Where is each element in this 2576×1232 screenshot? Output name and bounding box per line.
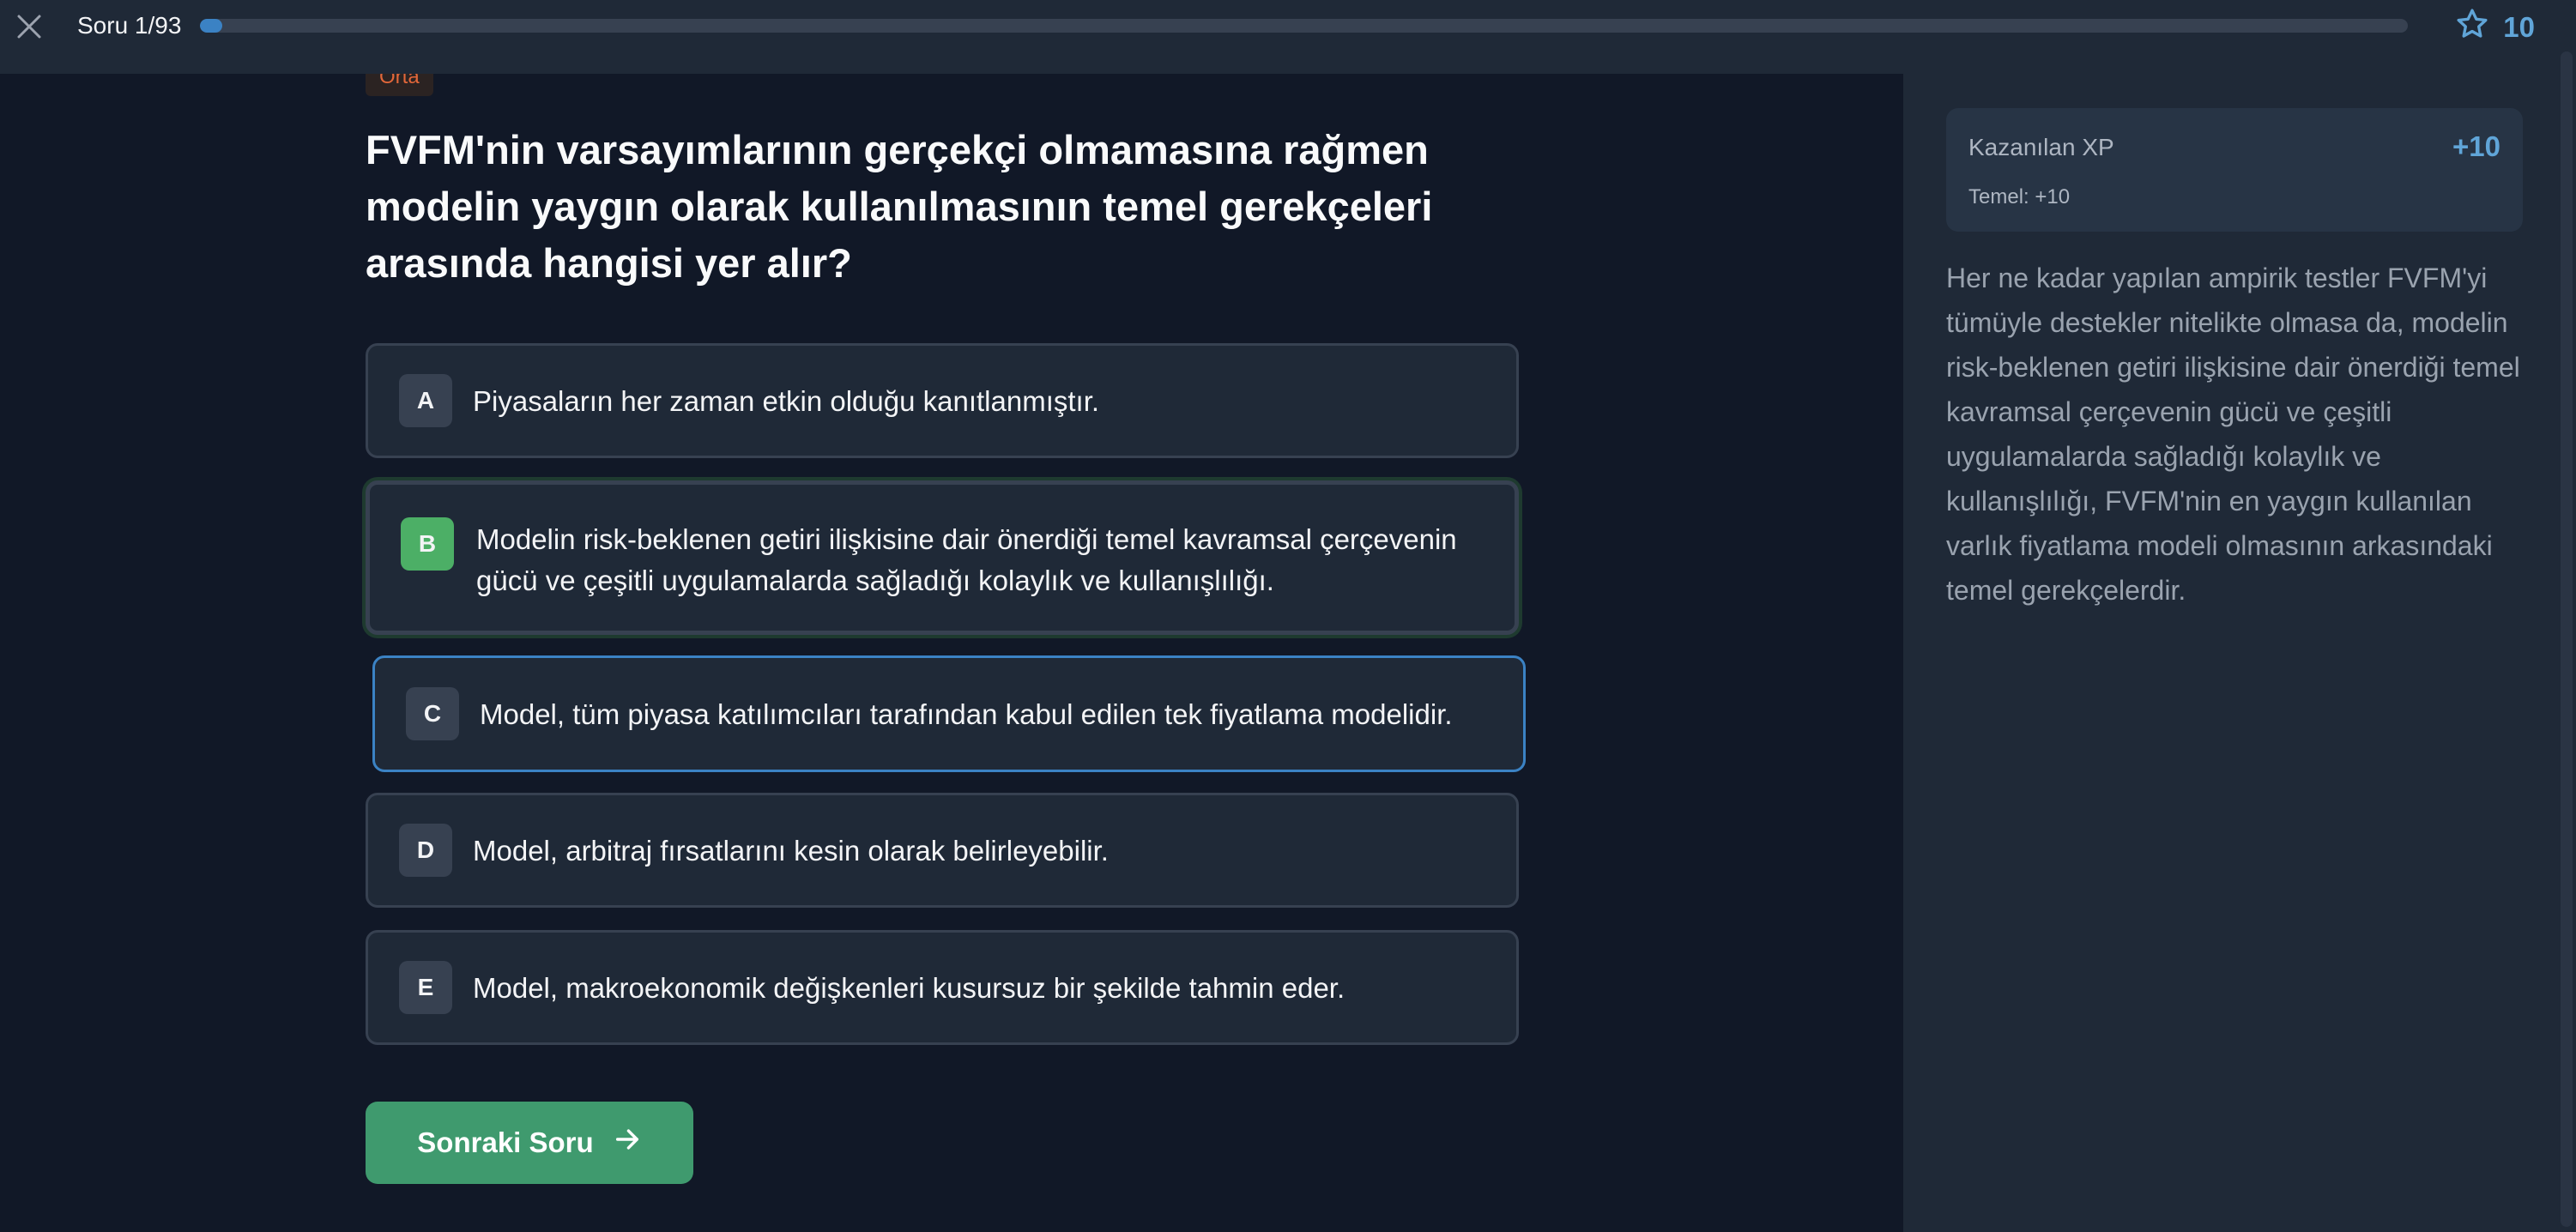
score-value: 10 xyxy=(2503,11,2535,43)
option-letter: C xyxy=(406,687,459,740)
option-c[interactable]: C Model, tüm piyasa katılımcıları tarafı… xyxy=(372,655,1526,772)
progress-label: Soru 1/93 xyxy=(77,12,182,39)
option-a[interactable]: A Piyasaların her zaman etkin olduğu kan… xyxy=(366,343,1519,458)
star-icon xyxy=(2455,7,2489,48)
xp-breakdown: Temel: +10 xyxy=(1968,185,2071,208)
explanation-text: Her ne kadar yapılan ampirik testler FVF… xyxy=(1946,263,2520,606)
next-question-label: Sonraki Soru xyxy=(417,1126,594,1158)
option-text: Model, tüm piyasa katılımcıları tarafınd… xyxy=(480,698,1453,730)
progress-bar xyxy=(200,19,2408,33)
option-letter: D xyxy=(399,824,452,877)
option-text: Piyasaların her zaman etkin olduğu kanıt… xyxy=(473,385,1100,417)
option-text: Model, makroekonomik değişkenleri kusurs… xyxy=(473,972,1345,1004)
question-panel: Orta FVFM'nin varsayımlarının gerçekçi o… xyxy=(0,74,1903,1232)
option-text: Modelin risk-beklenen getiri ilişkisine … xyxy=(476,523,1457,596)
top-bar: Soru 1/93 10 xyxy=(0,0,2576,74)
arrow-right-icon xyxy=(613,1125,642,1161)
option-b[interactable]: B Modelin risk-beklenen getiri ilişkisin… xyxy=(366,480,1519,635)
score-display: 10 xyxy=(2455,7,2535,48)
progress-fill xyxy=(200,19,222,33)
scrollbar[interactable] xyxy=(2561,51,2573,1227)
option-e[interactable]: E Model, makroekonomik değişkenleri kusu… xyxy=(366,930,1519,1045)
option-text: Model, arbitraj fırsatlarını kesin olara… xyxy=(473,835,1109,867)
next-question-button[interactable]: Sonraki Soru xyxy=(366,1102,693,1184)
difficulty-badge: Orta xyxy=(366,74,433,96)
xp-card: Kazanılan XP +10 Temel: +10 xyxy=(1946,108,2523,232)
option-d[interactable]: D Model, arbitraj fırsatlarını kesin ola… xyxy=(366,793,1519,908)
close-icon[interactable] xyxy=(12,9,46,44)
xp-title: Kazanılan XP xyxy=(1968,134,2114,160)
option-letter: E xyxy=(399,961,452,1014)
option-letter: A xyxy=(399,374,452,427)
explanation-panel: Kazanılan XP +10 Temel: +10 Her ne kadar… xyxy=(1903,74,2576,1232)
question-text: FVFM'nin varsayımlarının gerçekçi olmama… xyxy=(366,127,1433,286)
option-letter: B xyxy=(401,517,454,571)
xp-value: +10 xyxy=(2452,130,2500,162)
